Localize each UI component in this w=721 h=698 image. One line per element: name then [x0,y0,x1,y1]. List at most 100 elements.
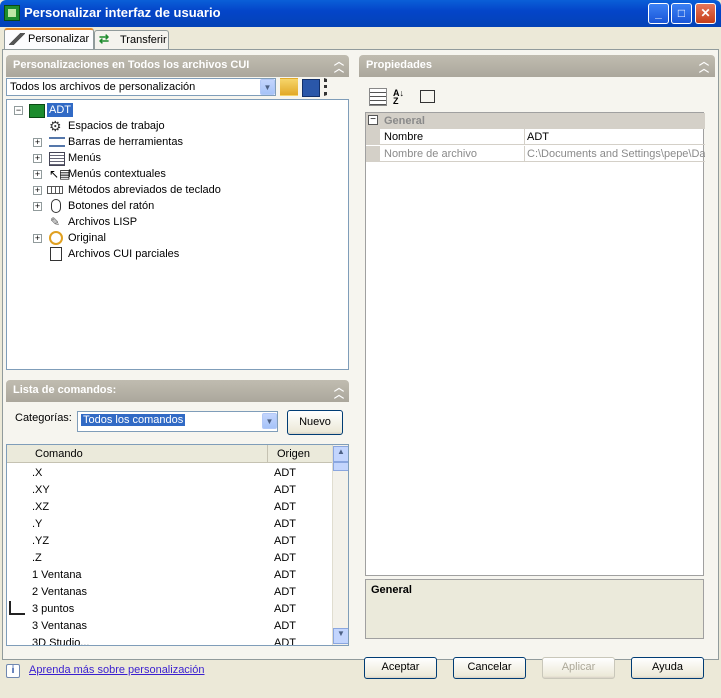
expand-node-icon[interactable]: + [33,234,42,243]
collapse-group-icon[interactable]: − [368,115,378,125]
table-row[interactable]: 3 Ventanas ADT [7,618,337,635]
customizations-header: Personalizaciones en Todos los archivos … [6,55,349,77]
expand-node-icon[interactable]: + [33,138,42,147]
command-name: .XY [32,484,50,496]
collapse-command-list-icon[interactable]: ︿ ︿ [333,384,345,401]
command-name: 2 Ventanas [32,586,88,598]
table-row[interactable]: .XZ ADT [7,499,337,516]
table-row[interactable]: .XY ADT [7,482,337,499]
collapse-customizations-icon[interactable]: ︿ ︿ [333,58,345,75]
property-row-filename[interactable]: Nombre de archivo C:\Documents and Setti… [366,146,705,162]
apply-button[interactable]: Aplicar [542,657,615,679]
expand-node-icon[interactable]: + [33,186,42,195]
column-command[interactable]: Comando [35,448,83,460]
tree-node-partial-cui[interactable]: Archivos CUI parciales [7,247,307,263]
save-icon[interactable] [302,79,320,97]
lisp-icon: ✎ [50,215,61,229]
table-row[interactable]: 3 puntos ADT [7,601,337,618]
command-table: Comando Origen .X ADT .XY ADT .XZ ADT .Y ADT .YZ… [6,444,349,646]
autocad-app-icon [4,5,20,21]
tree-node-menus[interactable]: + Menús [7,151,307,167]
command-name: .XZ [32,501,50,513]
table-row[interactable]: .Y ADT [7,516,337,533]
command-scrollbar[interactable]: ▲ ▼ [332,445,348,645]
command-name: .Z [32,552,42,564]
table-row[interactable]: .Z ADT [7,550,337,567]
table-row[interactable]: 3D Studio... ADT [7,635,337,646]
tree-node-mouse-buttons[interactable]: + Botones del ratón [7,199,307,215]
display-filters-icon[interactable] [324,78,342,96]
info-icon: i [6,664,20,678]
command-name: .X [32,467,43,479]
table-row[interactable]: .YZ ADT [7,533,337,550]
3point-command-icon [9,601,25,615]
scroll-up-icon[interactable]: ▲ [333,446,348,462]
close-icon[interactable]: ✕ [695,3,716,24]
property-pages-icon[interactable] [420,90,435,103]
help-button[interactable]: Ayuda [631,657,704,679]
tree-node-toolbars[interactable]: + Barras de herramientas [7,135,307,151]
expand-node-icon[interactable]: + [33,154,42,163]
alphabetical-sort-icon[interactable]: A↓ Z [392,88,410,106]
command-origin: ADT [274,620,296,632]
minimize-icon[interactable]: _ [648,3,669,24]
command-name: .Y [32,518,43,530]
maximize-icon[interactable]: □ [671,3,692,24]
command-origin: ADT [274,467,296,479]
command-table-header: Comando Origen [7,445,332,463]
property-grid: − General Nombre ADT Nombre de archivo C… [365,112,705,576]
tree-node-legacy[interactable]: + Original [7,231,307,247]
command-name: 3 puntos [32,603,75,615]
expand-node-icon[interactable]: + [33,170,42,179]
categorized-view-icon[interactable] [369,88,387,106]
chevron-down-icon[interactable]: ▼ [262,413,277,429]
cancel-button[interactable]: Cancelar [453,657,526,679]
collapse-properties-icon[interactable]: ︿ ︿ [698,58,710,75]
open-file-icon[interactable] [280,78,298,96]
column-origin[interactable]: Origen [277,448,310,460]
property-row-name[interactable]: Nombre ADT [366,129,705,145]
expand-node-icon[interactable]: + [33,202,42,211]
tab-transferir[interactable]: ⇄ Transferir [94,30,169,50]
tree-node-adt[interactable]: − ADT [7,103,307,119]
tree-node-workspaces[interactable]: ⚙ Espacios de trabajo [7,119,307,135]
table-row[interactable]: 2 Ventanas ADT [7,584,337,601]
mouse-icon [51,199,61,213]
new-command-button[interactable]: Nuevo [287,410,343,435]
command-list-header: Lista de comandos: [6,380,349,402]
command-origin: ADT [274,637,296,646]
command-origin: ADT [274,484,296,496]
tab-personalizar[interactable]: Personalizar [4,28,94,50]
keyboard-icon [47,186,63,194]
original-icon [49,231,63,245]
partial-cui-icon [50,247,62,261]
window-title: Personalizar interfaz de usuario [24,5,221,20]
learn-more-link[interactable]: Aprenda más sobre personalización [29,664,205,676]
table-row[interactable]: 1 Ventana ADT [7,567,337,584]
customization-file-select[interactable]: Todos los archivos de personalización [6,78,276,96]
tree-node-keyboard-shortcuts[interactable]: + Métodos abreviados de teclado [7,183,307,199]
category-select[interactable]: Todos los comandos [77,411,278,432]
title-bar[interactable]: Personalizar interfaz de usuario _ □ ✕ [0,0,721,27]
accept-button[interactable]: Aceptar [364,657,437,679]
command-name: 3D Studio... [32,637,90,646]
command-origin: ADT [274,518,296,530]
property-description-box: General [365,579,704,639]
workspace-app-icon [29,104,45,118]
scroll-thumb[interactable] [333,462,348,471]
command-rows: .X ADT .XY ADT .XZ ADT .Y ADT .YZ ADT .Z ADT 1 Venta… [7,465,332,645]
command-origin: ADT [274,586,296,598]
command-origin: ADT [274,603,296,615]
table-row[interactable]: .X ADT [7,465,337,482]
context-menu-icon: ↖▤ [49,167,71,181]
scroll-down-icon[interactable]: ▼ [333,628,348,644]
tree-node-lisp-files[interactable]: ✎ Archivos LISP [7,215,307,231]
collapse-node-icon[interactable]: − [14,106,23,115]
command-origin: ADT [274,501,296,513]
toolbar-icon [49,137,65,147]
property-group-general[interactable]: − General [366,113,705,129]
customization-tree: − ADT ⚙ Espacios de trabajo + Barras de … [6,99,349,370]
tree-node-context-menus[interactable]: + ↖▤ Menús contextuales [7,167,307,183]
chevron-down-icon[interactable]: ▼ [260,79,275,95]
menu-icon [49,152,65,166]
